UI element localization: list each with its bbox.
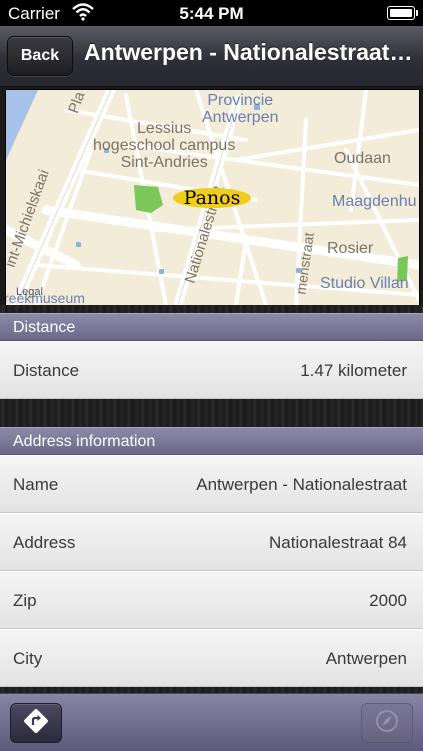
map-view[interactable]: Provincie Antwerpen Lessius hogeschool c… bbox=[5, 89, 420, 306]
row-value: Antwerpen - Nationalestraat bbox=[196, 475, 407, 494]
map-legal-link[interactable]: Legal bbox=[16, 286, 43, 298]
table-row-name: Name Antwerpen - Nationalestraat bbox=[0, 455, 423, 513]
section-header-distance: Distance bbox=[0, 313, 423, 341]
compass-button[interactable] bbox=[361, 703, 413, 743]
map-label-maagdenhuis: Maagdenhu bbox=[332, 193, 417, 210]
row-label: City bbox=[13, 649, 43, 668]
directions-button[interactable] bbox=[10, 703, 62, 743]
table-row-address: Address Nationalestraat 84 bbox=[0, 513, 423, 571]
row-label: Distance bbox=[13, 361, 80, 380]
row-label: Address bbox=[13, 533, 76, 552]
map-label-rosier: Rosier bbox=[327, 240, 374, 257]
map-label-lessius: Lessius hogeschool campus Sint-Andries bbox=[93, 120, 236, 171]
row-value: 1.47 kilometer bbox=[300, 361, 407, 380]
map-pin-panos[interactable]: Panos bbox=[173, 188, 251, 208]
battery-icon bbox=[387, 6, 418, 20]
row-value: Nationalestraat 84 bbox=[269, 533, 407, 552]
clock: 5:44 PM bbox=[179, 4, 244, 23]
navigation-bar: Back Antwerpen - Nationalestraat 84 bbox=[0, 26, 423, 87]
status-bar: Carrier 5:44 PM bbox=[0, 0, 423, 26]
background-divider bbox=[0, 305, 423, 313]
row-label: Name bbox=[13, 475, 59, 494]
table-row-distance: Distance 1.47 kilometer bbox=[0, 341, 423, 399]
row-value: 2000 bbox=[369, 591, 407, 610]
row-value: Antwerpen bbox=[325, 649, 407, 668]
bottom-toolbar bbox=[0, 693, 423, 751]
map-label-oudaan: Oudaan bbox=[334, 150, 391, 167]
map-label-studio: Studio Villan bbox=[320, 275, 409, 292]
background-divider bbox=[0, 399, 423, 427]
row-label: Zip bbox=[13, 591, 37, 610]
table-row-city: City Antwerpen bbox=[0, 629, 423, 687]
page-title: Antwerpen - Nationalestraat 84 bbox=[84, 39, 418, 65]
compass-icon bbox=[374, 708, 400, 739]
table-row-zip: Zip 2000 bbox=[0, 571, 423, 629]
back-button[interactable]: Back bbox=[7, 36, 73, 76]
directions-icon bbox=[23, 708, 49, 739]
section-header-address: Address information bbox=[0, 427, 423, 455]
